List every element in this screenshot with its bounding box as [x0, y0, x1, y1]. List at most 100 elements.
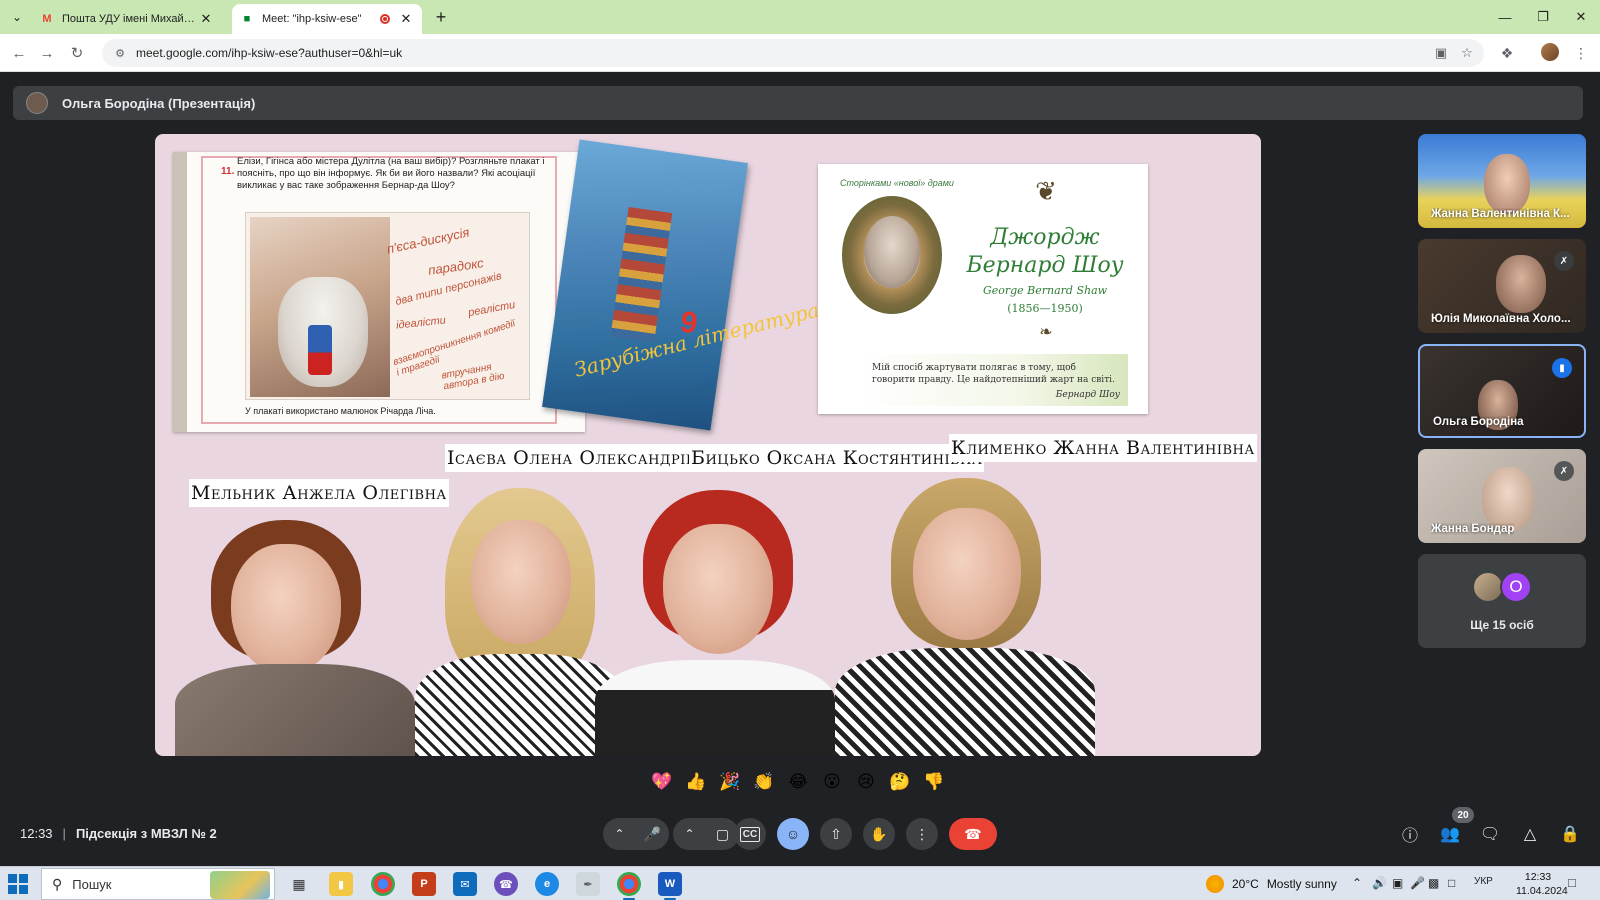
- reaction-surprised-button[interactable]: 😮: [818, 768, 846, 796]
- viber-icon[interactable]: ☎: [494, 872, 518, 896]
- poster-caption: У плакаті використано малюнок Річарда Лі…: [245, 406, 436, 416]
- reaction-heart-button[interactable]: 💖: [648, 768, 676, 796]
- participant-tile[interactable]: ✗ Юлія Миколаївна Холо...: [1418, 239, 1586, 333]
- notifications-icon[interactable]: □: [1568, 875, 1586, 893]
- reaction-thinking-button[interactable]: 🤔: [886, 768, 914, 796]
- mail-icon[interactable]: ✉: [453, 872, 477, 896]
- close-tab-icon[interactable]: ✕: [198, 11, 214, 27]
- chrome-icon[interactable]: [371, 872, 395, 896]
- site-info-icon[interactable]: ⚙: [108, 47, 132, 60]
- poster-word: втручання автора в дію: [440, 361, 506, 393]
- meet-icon: ■: [243, 13, 251, 25]
- chrome-running-icon[interactable]: [617, 872, 641, 900]
- present-screen-icon: ⇧: [830, 825, 842, 842]
- participant-tile[interactable]: ✗ Жанна Бондар: [1418, 449, 1586, 543]
- edge-icon[interactable]: e: [535, 872, 559, 896]
- new-tab-button[interactable]: +: [430, 6, 452, 28]
- tab-gmail[interactable]: M Пошта УДУ імені Михайла Др ✕: [32, 4, 222, 34]
- taskbar-clock[interactable]: 12:33 11.04.2024: [1516, 870, 1568, 898]
- powerpoint-icon[interactable]: P: [412, 872, 436, 896]
- captions-button[interactable]: CC: [734, 818, 766, 850]
- reaction-clap-button[interactable]: 👏: [750, 768, 778, 796]
- camera-options-chevron-icon[interactable]: ⌃: [673, 827, 706, 841]
- camera-in-use-icon[interactable]: ▣: [1432, 44, 1450, 62]
- bookmark-star-icon[interactable]: ☆: [1458, 44, 1476, 62]
- file-explorer-icon[interactable]: ▮: [329, 872, 353, 896]
- textbook-page-image: 11. Елізи, Гігінса або містера Дулітла (…: [173, 152, 585, 432]
- taskbar-search[interactable]: ⚲ Пошук: [41, 868, 275, 900]
- leave-call-button[interactable]: ☎: [949, 818, 997, 850]
- display-tray-icon[interactable]: ▩: [1428, 876, 1439, 890]
- browser-menu-icon[interactable]: ⋮: [1571, 43, 1591, 63]
- language-indicator[interactable]: УКР: [1474, 876, 1493, 887]
- mic-off-icon: ✗: [1554, 251, 1574, 271]
- word-icon[interactable]: W: [658, 872, 682, 900]
- reactions-bar: 💖 👍 🎉 👏 😂 😮 😢 🤔 👎: [648, 766, 948, 798]
- search-placeholder: Пошук: [72, 876, 112, 892]
- meeting-info: 12:33 | Підсекція з МВЗЛ № 2: [20, 826, 217, 841]
- caricature-superhero: [308, 325, 332, 375]
- tray-chevron-up-icon[interactable]: ⌃: [1352, 876, 1362, 890]
- network-icon[interactable]: □: [1448, 876, 1455, 890]
- captions-icon: CC: [739, 826, 761, 842]
- windows-taskbar: ⚲ Пошук ▦ ▮ P ✉ ☎ e ✒ W 20°C Mostly sunn…: [0, 866, 1600, 900]
- forward-arrow-icon[interactable]: →: [36, 42, 58, 64]
- shaw-years: (1856—1950): [1007, 302, 1083, 315]
- camera-control[interactable]: ⌃ ▢: [673, 818, 739, 850]
- emoji-icon: ☺: [785, 826, 801, 842]
- address-bar[interactable]: ⚙ meet.google.com/ihp-ksiw-ese?authuser=…: [102, 39, 1484, 67]
- weather-condition: Mostly sunny: [1266, 877, 1337, 891]
- chat-icon[interactable]: 🗨: [1478, 822, 1502, 846]
- participant-tile[interactable]: Жанна Валентинівна К...: [1418, 134, 1586, 228]
- task-view-icon[interactable]: ▦: [287, 872, 311, 896]
- more-participants-tile[interactable]: О Ще 15 осіб: [1418, 554, 1586, 648]
- participant-tile[interactable]: ▮ Ольга Бородіна: [1418, 344, 1586, 438]
- reaction-party-button[interactable]: 🎉: [716, 768, 744, 796]
- reactions-button[interactable]: ☺: [777, 818, 809, 850]
- meeting-details-info-icon[interactable]: ⓘ: [1398, 822, 1422, 846]
- browser-tab-strip: ⌄ M Пошта УДУ імені Михайла Др ✕ ■ Meet:…: [0, 0, 1600, 34]
- participant-name: Юлія Миколаївна Холо...: [1431, 313, 1571, 325]
- host-controls-lock-icon[interactable]: 🔒: [1558, 822, 1582, 846]
- reaction-laugh-button[interactable]: 😂: [784, 768, 812, 796]
- cover-books-illustration: [610, 206, 673, 342]
- back-arrow-icon[interactable]: ←: [8, 42, 30, 64]
- profile-avatar[interactable]: [1541, 43, 1559, 61]
- windows-start-icon[interactable]: [8, 874, 28, 894]
- camera-tray-icon[interactable]: ▣: [1392, 876, 1403, 890]
- divider: |: [62, 826, 66, 841]
- tab-search-chevron-icon[interactable]: ⌄: [6, 6, 28, 28]
- paint-icon[interactable]: ✒: [576, 872, 600, 896]
- shaw-english-name: George Bernard Shaw: [982, 284, 1108, 297]
- shaw-title-card: Сторінками «нової» драми ❦ Джордж Бернар…: [818, 164, 1148, 414]
- url-text[interactable]: meet.google.com/ihp-ksiw-ese?authuser=0&…: [136, 46, 402, 60]
- close-tab-icon[interactable]: ✕: [398, 11, 414, 27]
- reaction-thumbs-up-button[interactable]: 👍: [682, 768, 710, 796]
- raise-hand-button[interactable]: ✋: [863, 818, 895, 850]
- people-icon[interactable]: 👥: [1438, 822, 1462, 846]
- present-button[interactable]: ⇧: [820, 818, 852, 850]
- tab-title: Пошта УДУ імені Михайла Др: [62, 13, 198, 25]
- mic-tray-icon[interactable]: 🎤: [1410, 876, 1425, 890]
- restore-button[interactable]: ❐: [1524, 0, 1562, 34]
- activities-icon[interactable]: △: [1518, 822, 1542, 846]
- search-icon: ⚲: [52, 875, 63, 892]
- teacher-photo: [835, 478, 1095, 756]
- minimize-button[interactable]: —: [1486, 0, 1524, 34]
- tab-meet[interactable]: ■ Meet: "ihp-ksiw-ese" ✕: [232, 4, 422, 34]
- shaw-name: Джордж Бернард Шоу: [966, 225, 1124, 278]
- hand-icon: ✋: [870, 825, 888, 842]
- reaction-thumbs-down-button[interactable]: 👎: [920, 768, 948, 796]
- reaction-sad-button[interactable]: 😢: [852, 768, 880, 796]
- close-window-button[interactable]: ✕: [1562, 0, 1600, 34]
- reload-icon[interactable]: ↻: [66, 42, 88, 64]
- volume-icon[interactable]: 🔊: [1372, 876, 1387, 890]
- weather-widget[interactable]: 20°C Mostly sunny: [1206, 875, 1337, 893]
- microphone-icon[interactable]: 🎤: [636, 826, 669, 843]
- extensions-puzzle-icon[interactable]: ❖: [1497, 43, 1517, 63]
- shaw-portrait: [864, 216, 920, 288]
- microphone-control[interactable]: ⌃ 🎤: [603, 818, 669, 850]
- more-options-button[interactable]: ⋮: [906, 818, 938, 850]
- mic-options-chevron-icon[interactable]: ⌃: [603, 827, 636, 841]
- teacher-name-label: Бицько Оксана Костянтинівна: [689, 444, 985, 472]
